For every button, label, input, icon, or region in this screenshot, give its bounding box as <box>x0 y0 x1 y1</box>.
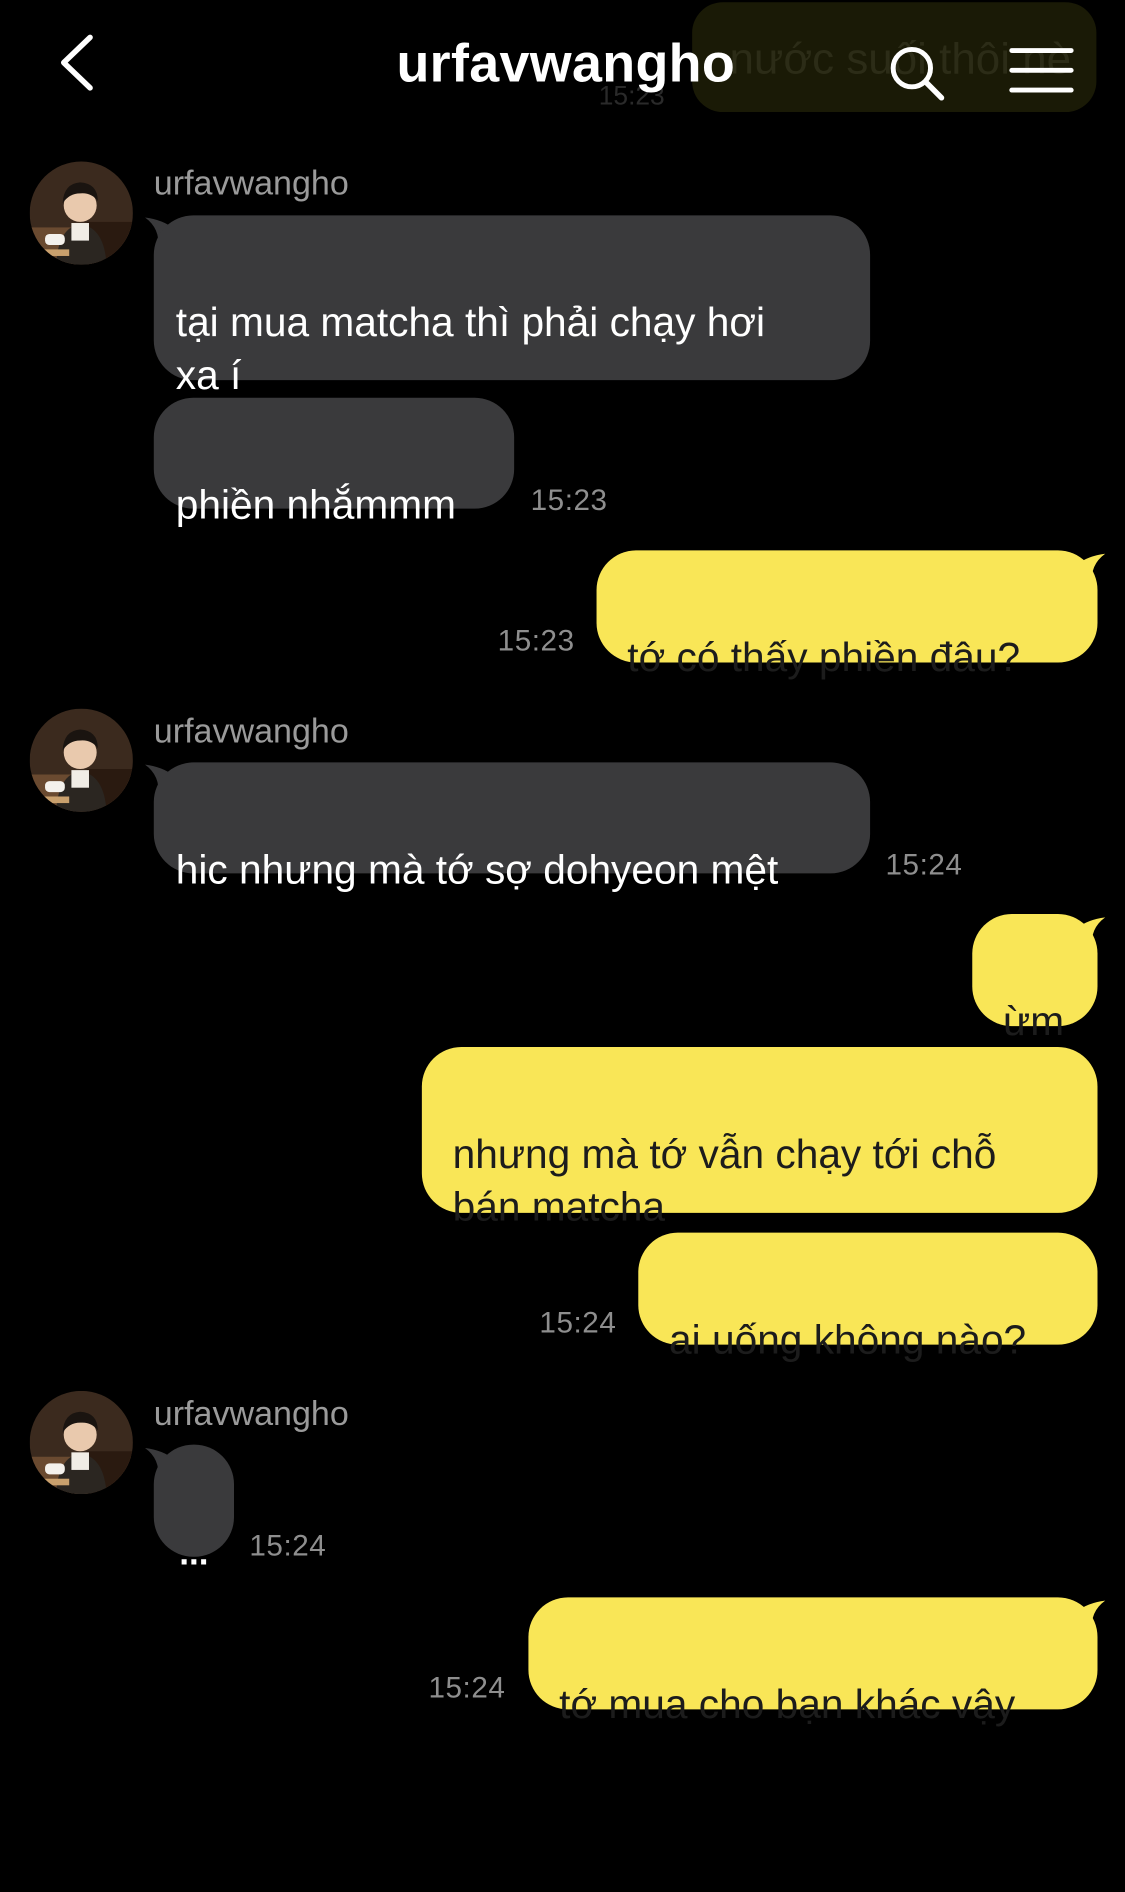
message-timestamp: 15:24 <box>539 1306 617 1340</box>
avatar-image <box>29 161 133 265</box>
sender-name: urfavwangho <box>153 1394 349 1433</box>
message-text: ừm <box>1003 998 1065 1044</box>
outgoing-message[interactable]: tớ có thấy phiền đâu? <box>596 550 1098 680</box>
incoming-message[interactable]: hic nhưng mà tớ sợ dohyeon mệt <box>153 762 871 892</box>
chevron-left-icon <box>60 34 93 91</box>
avatar[interactable] <box>29 708 133 812</box>
search-icon <box>890 46 945 101</box>
message-timestamp: 15:24 <box>249 1529 327 1563</box>
incoming-message[interactable]: tại mua matcha thì phải chạy hơi xa í <box>153 215 871 398</box>
back-button[interactable] <box>57 31 101 95</box>
avatar[interactable] <box>29 1390 133 1495</box>
outgoing-message[interactable]: ai uống không nào? <box>638 1232 1098 1362</box>
chat-title: urfavwangho <box>396 34 736 94</box>
message-timestamp: 15:23 <box>530 483 608 517</box>
incoming-message[interactable]: phiền nhắmmm <box>153 397 515 527</box>
message-text: tại mua matcha thì phải chạy hơi xa í <box>175 299 766 398</box>
sender-name: urfavwangho <box>153 163 349 203</box>
message-text: ... <box>179 1532 209 1573</box>
message-timestamp: 15:24 <box>885 848 963 882</box>
message-text: ai uống không nào? <box>669 1317 1027 1363</box>
avatar[interactable] <box>29 161 133 265</box>
message-timestamp: 15:23 <box>497 624 575 657</box>
avatar-image <box>29 708 133 812</box>
search-button[interactable] <box>888 44 947 103</box>
chat-screen: nước suối thôi nè 15:23 urfavwangho urfa… <box>0 0 1125 1892</box>
message-timestamp: 15:24 <box>428 1670 506 1704</box>
outgoing-message[interactable]: tớ mua cho bạn khác vậy <box>528 1597 1098 1727</box>
sender-name: urfavwangho <box>153 711 349 751</box>
message-text: tớ mua cho bạn khác vậy <box>559 1681 1016 1727</box>
avatar-image <box>29 1390 133 1495</box>
menu-icon <box>1009 48 1074 93</box>
menu-button[interactable] <box>1009 44 1075 99</box>
outgoing-message[interactable]: ừm <box>972 914 1098 1044</box>
incoming-message[interactable]: ... <box>153 1444 235 1572</box>
message-text: nhưng mà tớ vẫn chạy tới chỗ bán matcha <box>452 1131 997 1230</box>
message-text: phiền nhắmmm <box>175 482 456 528</box>
outgoing-message[interactable]: nhưng mà tớ vẫn chạy tới chỗ bán matcha <box>421 1046 1098 1229</box>
message-text: tớ có thấy phiền đâu? <box>627 634 1021 681</box>
message-text: hic nhưng mà tớ sợ dohyeon mệt <box>175 847 779 893</box>
